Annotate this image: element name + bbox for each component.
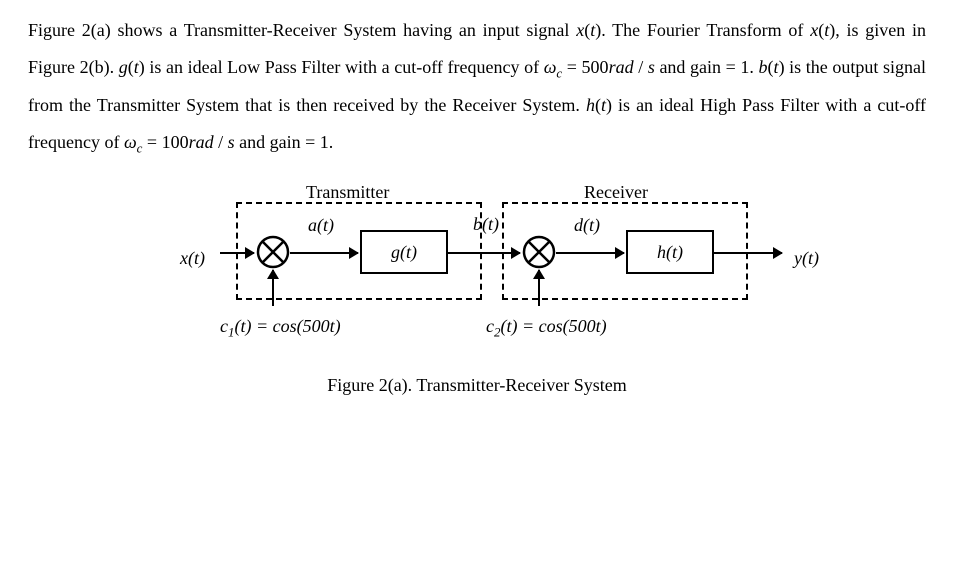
text: and gain = 1. (655, 57, 759, 77)
text: and gain = 1. (235, 132, 334, 152)
var-x: x (810, 20, 818, 40)
rad: rad (609, 57, 634, 77)
var-g: g (119, 57, 128, 77)
lowpass-filter-block: g(t) (360, 230, 448, 274)
block-diagram: Transmitter Receiver x(t) a(t) g(t) b(t) (28, 174, 926, 349)
signal-b-label: b(t) (473, 206, 499, 243)
arrow (556, 252, 624, 254)
arrow (714, 252, 782, 254)
signal-d-label: d(t) (574, 207, 600, 244)
text: / (634, 57, 648, 77)
text: Figure 2(a) shows a Transmitter-Receiver… (28, 20, 576, 40)
figure-2a: Transmitter Receiver x(t) a(t) g(t) b(t) (28, 174, 926, 404)
rad: rad (189, 132, 214, 152)
text: . The Fourier Transform of (601, 20, 810, 40)
carrier-c1: c1(t) = cos(500t) (220, 308, 341, 346)
arrow (290, 252, 358, 254)
signal-a-label: a(t) (308, 207, 334, 244)
text: = 500 (562, 57, 608, 77)
text: / (214, 132, 228, 152)
arrow-up (272, 270, 274, 306)
carrier-c2: c2(t) = cos(500t) (486, 308, 607, 346)
var-s: s (228, 132, 235, 152)
multiplier-icon (522, 235, 556, 269)
multiplier-icon (256, 235, 290, 269)
description-paragraph: Figure 2(a) shows a Transmitter-Receiver… (28, 12, 926, 162)
figure-caption: Figure 2(a). Transmitter-Receiver System (28, 367, 926, 404)
text: = 100 (142, 132, 188, 152)
signal-x-label: x(t) (180, 240, 205, 277)
highpass-filter-block: h(t) (626, 230, 714, 274)
signal-y-label: y(t) (794, 240, 819, 277)
var-x: x (576, 20, 584, 40)
var-b: b (759, 57, 768, 77)
var-s: s (648, 57, 655, 77)
var-h: h (586, 95, 595, 115)
omega: ω (544, 57, 557, 77)
arrow-up (538, 270, 540, 306)
omega: ω (124, 132, 137, 152)
text: is an ideal Low Pass Filter with a cut-o… (145, 57, 544, 77)
